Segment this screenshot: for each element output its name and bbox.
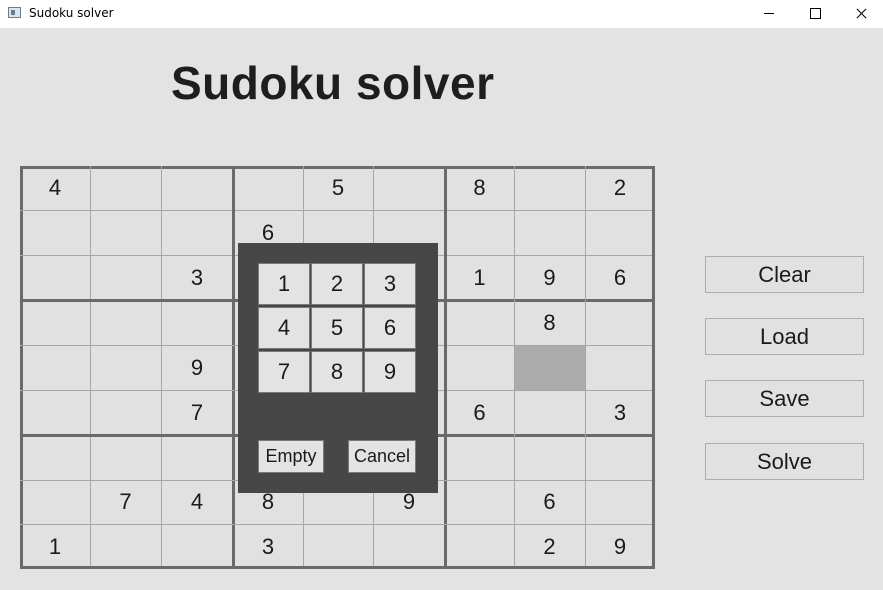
sudoku-cell-r4c2[interactable] <box>90 300 161 345</box>
sudoku-cell-r5c7[interactable] <box>445 345 514 390</box>
digit-button-3[interactable]: 3 <box>364 263 416 305</box>
sudoku-cell-r5c9[interactable] <box>585 345 655 390</box>
cancel-button[interactable]: Cancel <box>348 440 416 473</box>
grid-line <box>20 210 655 211</box>
sudoku-cell-r3c7[interactable]: 1 <box>445 255 514 300</box>
solve-button[interactable]: Solve <box>705 443 864 480</box>
empty-button[interactable]: Empty <box>258 440 324 473</box>
sudoku-cell-r3c9[interactable]: 6 <box>585 255 655 300</box>
sudoku-cell-r3c1[interactable] <box>20 255 90 300</box>
window-title: Sudoku solver <box>29 6 114 20</box>
sudoku-cell-r3c8[interactable]: 9 <box>514 255 585 300</box>
sudoku-cell-r1c1[interactable]: 4 <box>20 166 90 210</box>
sudoku-cell-r7c2[interactable] <box>90 435 161 480</box>
sudoku-cell-r1c7[interactable]: 8 <box>445 166 514 210</box>
sudoku-cell-r9c2[interactable] <box>90 524 161 569</box>
digit-button-9[interactable]: 9 <box>364 351 416 393</box>
sudoku-cell-r7c3[interactable] <box>161 435 233 480</box>
maximize-icon[interactable] <box>792 0 838 28</box>
sudoku-cell-r6c1[interactable] <box>20 390 90 435</box>
sudoku-cell-r9c8[interactable]: 2 <box>514 524 585 569</box>
sudoku-cell-r5c8[interactable] <box>514 345 585 390</box>
grid-line <box>20 524 655 525</box>
sudoku-cell-r8c7[interactable] <box>445 480 514 524</box>
grid-block-line <box>20 566 655 569</box>
grid-block-line <box>444 166 447 569</box>
sudoku-cell-r7c7[interactable] <box>445 435 514 480</box>
close-icon[interactable] <box>838 0 883 28</box>
digit-button-6[interactable]: 6 <box>364 307 416 349</box>
sudoku-cell-r3c3[interactable]: 3 <box>161 255 233 300</box>
sudoku-cell-r1c2[interactable] <box>90 166 161 210</box>
sudoku-cell-r8c3[interactable]: 4 <box>161 480 233 524</box>
sudoku-cell-r8c1[interactable] <box>20 480 90 524</box>
sudoku-cell-r2c1[interactable] <box>20 210 90 255</box>
digit-picker-popup: 1 2 3 4 5 6 7 8 9 Empty Cancel <box>238 243 438 493</box>
grid-block-line <box>232 166 235 569</box>
sudoku-cell-r9c4[interactable]: 3 <box>233 524 303 569</box>
sudoku-cell-r6c7[interactable]: 6 <box>445 390 514 435</box>
sudoku-cell-r1c6[interactable] <box>373 166 445 210</box>
grid-line <box>90 166 91 569</box>
digit-button-1[interactable]: 1 <box>258 263 310 305</box>
sudoku-cell-r9c1[interactable]: 1 <box>20 524 90 569</box>
grid-line <box>161 166 162 569</box>
sudoku-cell-r6c2[interactable] <box>90 390 161 435</box>
sudoku-cell-r1c8[interactable] <box>514 166 585 210</box>
sudoku-cell-r9c6[interactable] <box>373 524 445 569</box>
sudoku-cell-r3c2[interactable] <box>90 255 161 300</box>
sudoku-cell-r5c3[interactable]: 9 <box>161 345 233 390</box>
sudoku-cell-r1c3[interactable] <box>161 166 233 210</box>
digit-button-5[interactable]: 5 <box>311 307 363 349</box>
save-button[interactable]: Save <box>705 380 864 417</box>
digit-button-7[interactable]: 7 <box>258 351 310 393</box>
sudoku-cell-r2c9[interactable] <box>585 210 655 255</box>
sudoku-cell-r8c8[interactable]: 6 <box>514 480 585 524</box>
grid-line <box>585 166 586 569</box>
sudoku-cell-r6c8[interactable] <box>514 390 585 435</box>
sudoku-cell-r4c3[interactable] <box>161 300 233 345</box>
sudoku-cell-r1c5[interactable]: 5 <box>303 166 373 210</box>
minimize-icon[interactable] <box>746 0 792 28</box>
sudoku-cell-r7c8[interactable] <box>514 435 585 480</box>
grid-line <box>514 166 515 569</box>
sudoku-cell-r9c5[interactable] <box>303 524 373 569</box>
sudoku-cell-r1c4[interactable] <box>233 166 303 210</box>
clear-button[interactable]: Clear <box>705 256 864 293</box>
sudoku-cell-r7c1[interactable] <box>20 435 90 480</box>
sudoku-cell-r4c8[interactable]: 8 <box>514 300 585 345</box>
sudoku-cell-r4c9[interactable] <box>585 300 655 345</box>
sudoku-cell-r9c7[interactable] <box>445 524 514 569</box>
sudoku-cell-r2c2[interactable] <box>90 210 161 255</box>
page-title: Sudoku solver <box>171 57 495 109</box>
sudoku-cell-r9c9[interactable]: 9 <box>585 524 655 569</box>
sudoku-cell-r6c9[interactable]: 3 <box>585 390 655 435</box>
sudoku-cell-r4c1[interactable] <box>20 300 90 345</box>
sudoku-cell-r2c3[interactable] <box>161 210 233 255</box>
sudoku-cell-r8c2[interactable]: 7 <box>90 480 161 524</box>
title-bar[interactable]: Sudoku solver <box>0 0 883 28</box>
sudoku-cell-r5c1[interactable] <box>20 345 90 390</box>
sudoku-cell-r2c7[interactable] <box>445 210 514 255</box>
grid-block-line <box>652 166 655 569</box>
sudoku-cell-r1c9[interactable]: 2 <box>585 166 655 210</box>
digit-button-4[interactable]: 4 <box>258 307 310 349</box>
grid-block-line <box>20 166 23 569</box>
app-icon <box>8 7 21 18</box>
sudoku-cell-r8c9[interactable] <box>585 480 655 524</box>
grid-block-line <box>20 166 655 169</box>
load-button[interactable]: Load <box>705 318 864 355</box>
sudoku-cell-r5c2[interactable] <box>90 345 161 390</box>
sudoku-cell-r2c8[interactable] <box>514 210 585 255</box>
sudoku-cell-r6c3[interactable]: 7 <box>161 390 233 435</box>
digit-button-8[interactable]: 8 <box>311 351 363 393</box>
digit-button-2[interactable]: 2 <box>311 263 363 305</box>
sudoku-cell-r7c9[interactable] <box>585 435 655 480</box>
sudoku-cell-r4c7[interactable] <box>445 300 514 345</box>
sudoku-cell-r9c3[interactable] <box>161 524 233 569</box>
